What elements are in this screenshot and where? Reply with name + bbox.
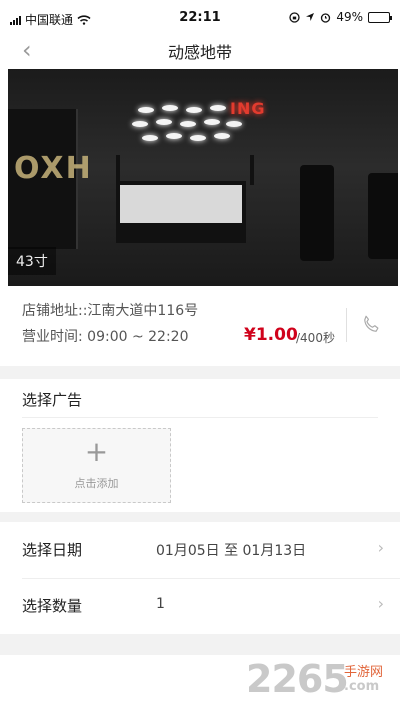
ad-section-label: 选择广告 — [22, 391, 83, 409]
photo-punching-bag — [300, 165, 334, 261]
site-watermark: 2265 手游网 .com — [246, 657, 396, 701]
ad-section-line — [22, 417, 378, 418]
screen-size-badge: 43寸 — [8, 247, 56, 275]
store-info: 店铺地址::江南大道中116号 营业时间: 09:00 ~ 22:20 ¥1.0… — [0, 292, 400, 356]
photo-punching-bag — [368, 173, 398, 259]
price-unit: /400秒 — [296, 331, 335, 345]
photo-logo-text: OXH — [14, 151, 93, 186]
battery-percent: 49% — [336, 10, 363, 24]
plus-icon: + — [84, 435, 109, 468]
vertical-divider — [346, 308, 347, 342]
phone-icon[interactable] — [360, 314, 382, 336]
battery-icon — [368, 11, 392, 23]
chevron-right-icon: › — [377, 594, 384, 613]
location-icon — [306, 13, 315, 21]
section-divider — [0, 634, 400, 655]
status-right: 49% — [289, 10, 392, 24]
photo-neon-sign: ING — [230, 99, 266, 118]
nav-bar: ‹ 动感地带 — [0, 36, 400, 68]
section-divider — [0, 366, 400, 379]
chevron-right-icon: › — [377, 538, 384, 557]
add-ad-hint: 点击添加 — [74, 477, 119, 490]
watermark-domain: .com — [344, 679, 380, 694]
status-bar: 中国联通 22:11 49% — [0, 0, 400, 36]
store-photo: OXH ING 43寸 — [8, 69, 398, 286]
watermark-number: 2265 — [246, 657, 349, 701]
photo-boxing-ring — [116, 155, 254, 243]
add-ad-button[interactable]: + 点击添加 — [22, 428, 171, 503]
section-divider — [0, 512, 400, 522]
page-title: 动感地带 — [167, 43, 232, 62]
store-address: 店铺地址::江南大道中116号 — [22, 303, 199, 319]
alarm-icon — [321, 12, 331, 23]
select-quantity-row[interactable]: 选择数量 1 › — [0, 578, 400, 634]
select-quantity-label: 选择数量 — [22, 597, 83, 615]
select-quantity-value: 1 — [156, 596, 165, 612]
select-date-row[interactable]: 选择日期 01月05日 至 01月13日 › — [0, 522, 400, 578]
select-date-value: 01月05日 至 01月13日 — [156, 543, 307, 559]
watermark-cn: 手游网 — [344, 665, 384, 680]
select-date-label: 选择日期 — [22, 541, 83, 559]
store-hours: 营业时间: 09:00 ~ 22:20 — [22, 329, 189, 345]
rotation-lock-icon — [289, 11, 300, 23]
price-value: ¥1.00 — [244, 325, 298, 345]
